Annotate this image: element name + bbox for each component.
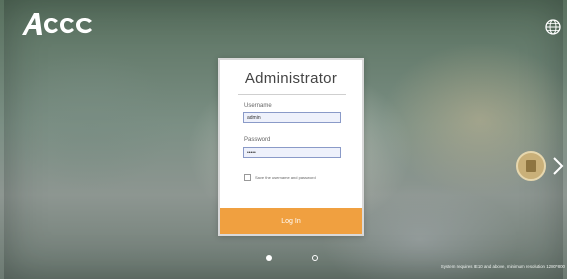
username-input[interactable]	[243, 112, 341, 123]
title-divider	[238, 94, 346, 95]
chevron-right-icon[interactable]	[552, 156, 564, 176]
globe-icon[interactable]	[545, 19, 561, 35]
login-title: Administrator	[244, 70, 338, 87]
next-slide-thumbnail[interactable]	[516, 151, 546, 181]
aver-logo-icon	[22, 13, 92, 35]
remember-checkbox[interactable]	[244, 173, 251, 181]
pager-dot[interactable]	[312, 255, 318, 261]
login-button[interactable]: Log In	[220, 208, 362, 234]
remember-label: Save the username and password	[255, 174, 316, 180]
thumbnail-icon	[526, 160, 536, 172]
brand-logo	[20, 9, 94, 39]
pager-dot-active[interactable]	[266, 255, 272, 261]
remember-row[interactable]: Save the username and password	[244, 173, 316, 181]
system-requirements-note: System requires IE10 and above, minimum …	[440, 264, 565, 269]
login-card: Administrator Username Password Save the…	[218, 58, 364, 236]
password-label: Password	[244, 137, 271, 143]
password-input[interactable]	[243, 147, 341, 158]
username-label: Username	[244, 103, 272, 109]
